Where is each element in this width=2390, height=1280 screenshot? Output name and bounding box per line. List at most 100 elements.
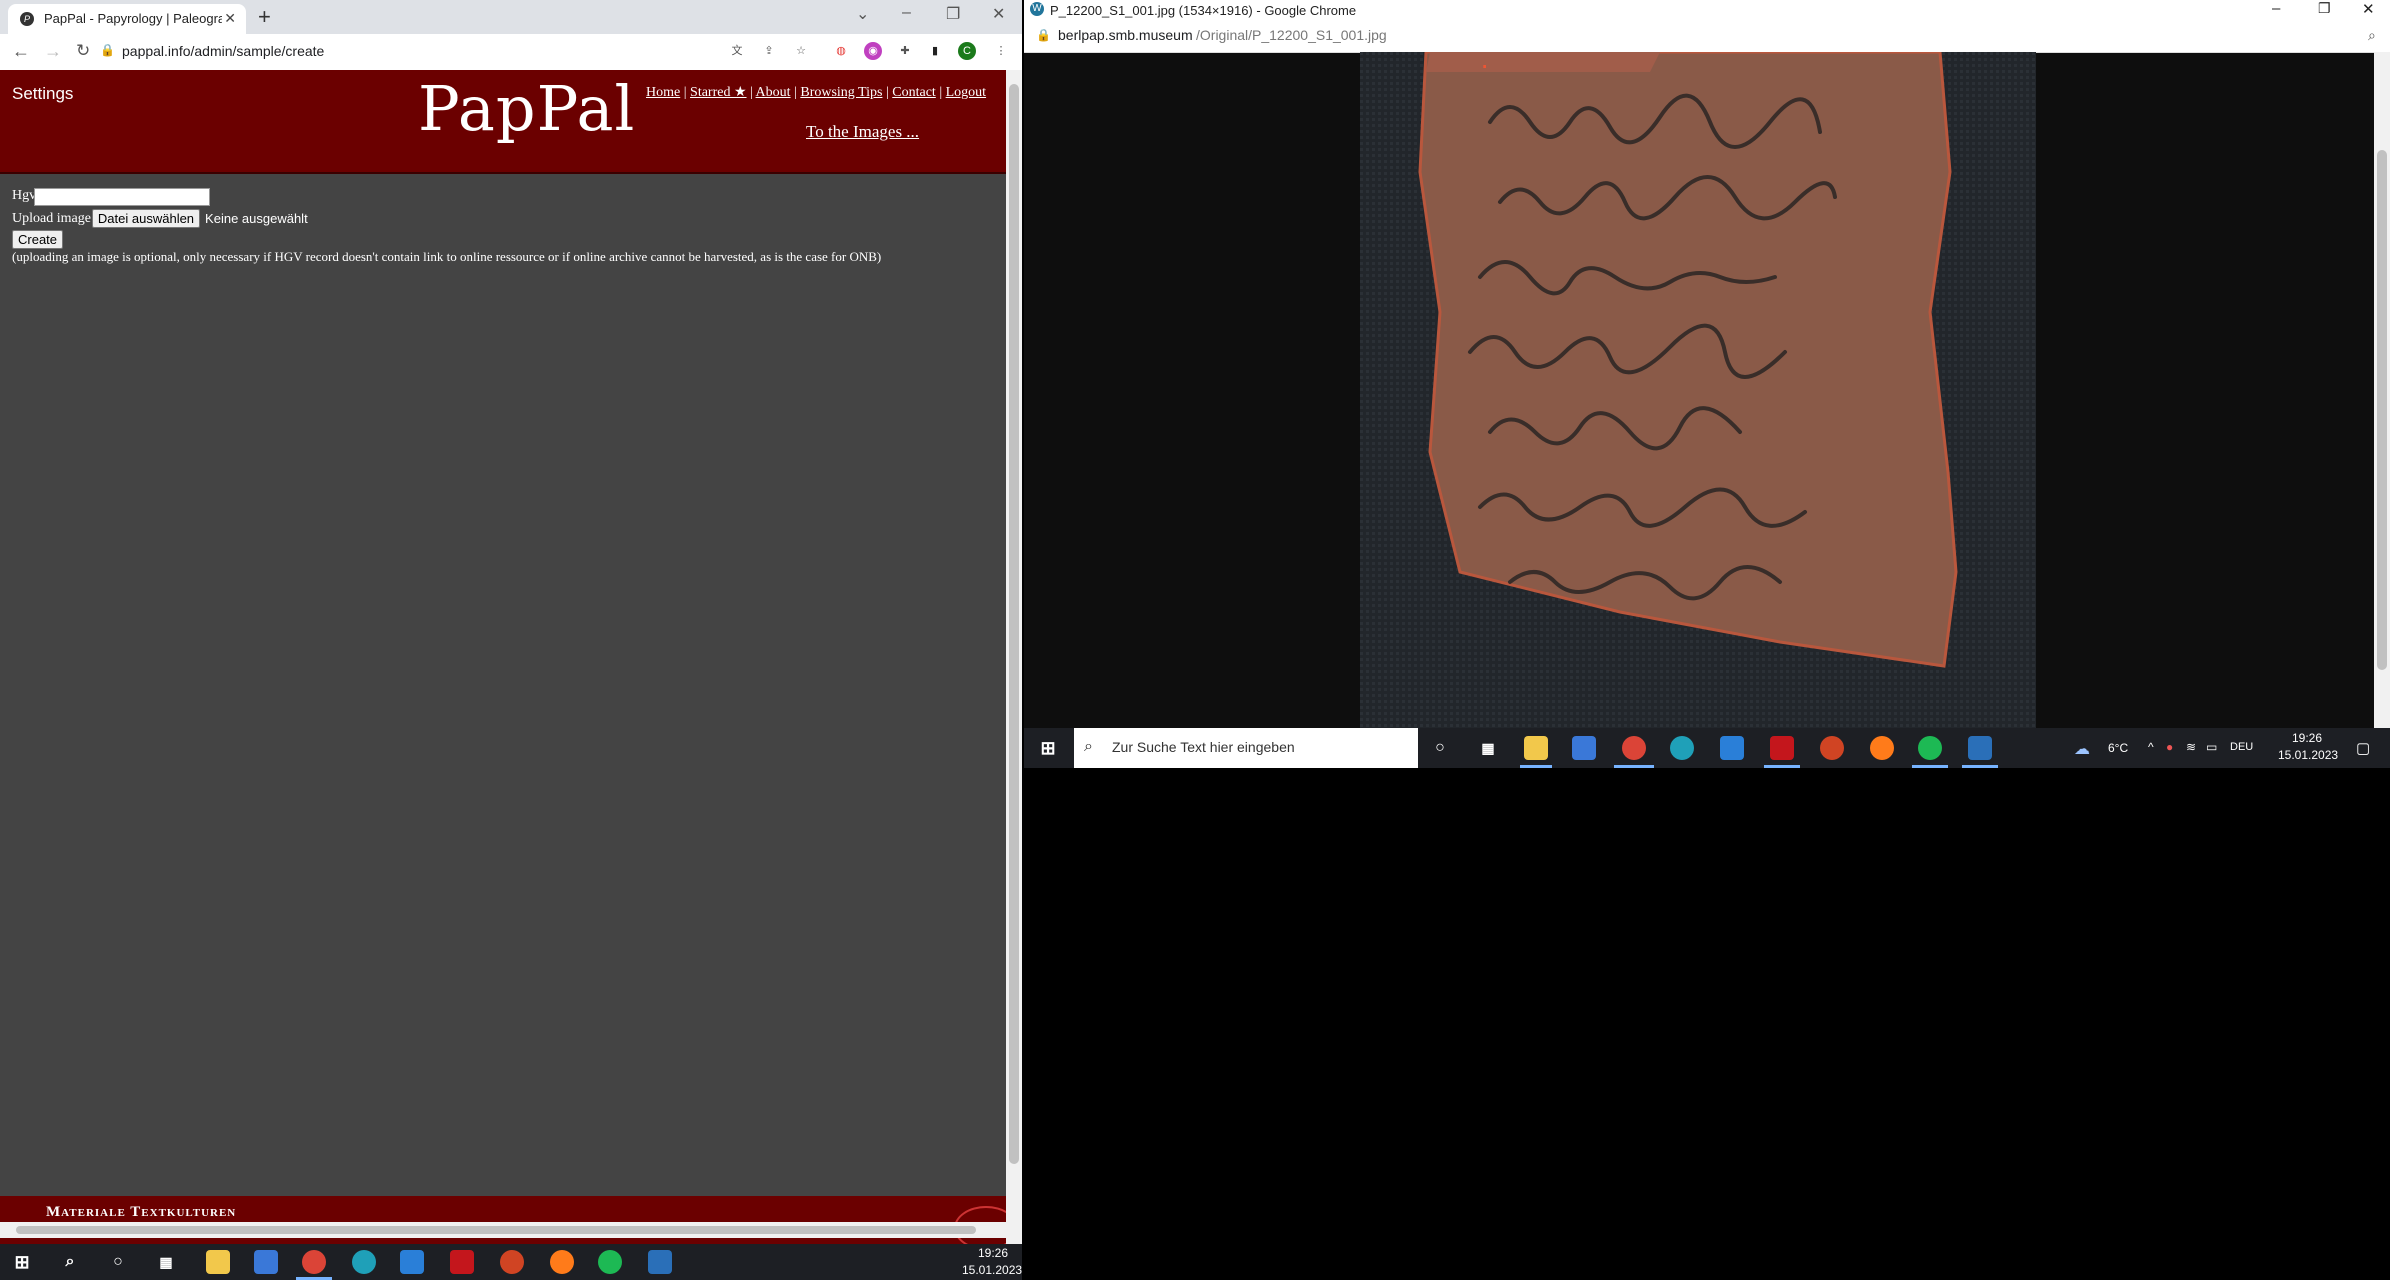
photos-icon[interactable] [1968, 736, 1992, 760]
extension-purple-icon[interactable]: ◉ [864, 42, 882, 60]
taskbar-search-box[interactable]: ⌕ Zur Suche Text hier eingeben [1074, 728, 1418, 768]
weather-cloud-icon[interactable]: ☁ [2074, 739, 2090, 759]
photos-icon[interactable] [648, 1250, 672, 1274]
main-nav: Home | Starred ★ | About | Browsing Tips… [646, 85, 987, 100]
title-bar: W P_12200_S1_001.jpg (1534×1916) - Googl… [1024, 0, 2390, 22]
mail-icon[interactable] [400, 1250, 424, 1274]
search-placeholder: Zur Suche Text hier eingeben [1112, 739, 1295, 755]
back-icon[interactable]: ← [12, 41, 30, 62]
new-tab-icon[interactable]: + [258, 4, 271, 30]
task-view-icon[interactable]: ▦ [154, 1250, 178, 1274]
nav-starred[interactable]: Starred ★ [690, 85, 746, 100]
side-panel-icon[interactable]: ▮ [926, 42, 944, 60]
tray-chevron-icon[interactable]: ^ [2148, 740, 2154, 754]
acrobat-icon[interactable] [450, 1250, 474, 1274]
acrobat-icon[interactable] [1770, 736, 1794, 760]
file-explorer-icon[interactable] [206, 1250, 230, 1274]
powerpoint-icon[interactable] [500, 1250, 524, 1274]
minimize-icon[interactable]: – [2272, 0, 2280, 17]
taskbar-left: ⊞ ⌕ ○ ▦ 19:26 15.01.2023 [0, 1244, 1022, 1280]
to-images-link[interactable]: To the Images ... [806, 122, 919, 142]
edge-icon[interactable] [1670, 736, 1694, 760]
papyrus-image[interactable]: · [1360, 52, 2036, 728]
firefox-icon[interactable] [1870, 736, 1894, 760]
address-bar[interactable]: 🔒 berlpap.smb.museum /Original/P_12200_S… [1024, 22, 2390, 53]
nav-logout[interactable]: Logout [946, 85, 986, 100]
site-banner: Settings PapPal Home | Starred ★ | About… [0, 70, 1006, 174]
choose-file-button[interactable]: Datei auswählen [91, 209, 201, 228]
acrobat-active-indicator [1764, 765, 1800, 768]
bookmark-star-icon[interactable]: ☆ [792, 42, 810, 60]
windows-start-icon[interactable]: ⊞ [10, 1250, 34, 1274]
task-view-icon[interactable]: ▦ [1476, 736, 1500, 760]
nav-browsing-tips[interactable]: Browsing Tips [800, 85, 882, 100]
wordpress-icon: W [1030, 2, 1044, 16]
url-path: /Original/P_12200_S1_001.jpg [1196, 27, 1387, 43]
translate-icon[interactable]: 文 [728, 42, 746, 60]
clock-date[interactable]: 15.01.2023 [2278, 748, 2338, 762]
notification-icon[interactable]: ▢ [2356, 739, 2370, 757]
address-bar[interactable]: pappal.info/admin/sample/create [122, 43, 324, 59]
restore-icon[interactable]: ❐ [2318, 0, 2331, 17]
store-icon[interactable] [254, 1250, 278, 1274]
weather-temp[interactable]: 6°C [2108, 741, 2128, 755]
page-viewport: Settings PapPal Home | Starred ★ | About… [0, 70, 1006, 1244]
close-window-icon[interactable]: ✕ [2362, 0, 2375, 18]
extension-red-icon[interactable]: ◍ [832, 42, 850, 60]
tab-title: PapPal - Papyrology | Paleography [44, 11, 222, 26]
footer-text: Materiale Textkulturen [46, 1204, 237, 1220]
battery-icon[interactable]: ▭ [2206, 740, 2217, 754]
settings-link[interactable]: Settings [12, 84, 73, 104]
extensions-puzzle-icon[interactable]: ✚ [896, 42, 914, 60]
forward-icon[interactable]: → [44, 41, 62, 62]
spotify-active-indicator [1912, 765, 1948, 768]
nav-about[interactable]: About [756, 85, 791, 100]
minimize-icon[interactable]: – [902, 4, 911, 22]
tray-app-icon[interactable]: ● [2166, 740, 2173, 754]
firefox-icon[interactable] [550, 1250, 574, 1274]
hgv-input[interactable] [34, 188, 210, 206]
reload-icon[interactable]: ↻ [76, 41, 90, 61]
file-status: Keine ausgewählt [205, 211, 308, 226]
photos-active-indicator [1962, 765, 1998, 768]
spotify-icon[interactable] [1918, 736, 1942, 760]
windows-start-icon[interactable]: ⊞ [1036, 736, 1060, 760]
edge-icon[interactable] [352, 1250, 376, 1274]
spotify-icon[interactable] [598, 1250, 622, 1274]
zoom-icon[interactable]: ⌕ [2368, 27, 2376, 44]
store-icon[interactable] [1572, 736, 1596, 760]
clock-date[interactable]: 15.01.2023 [962, 1263, 1022, 1277]
window-title: P_12200_S1_001.jpg (1534×1916) - Google … [1050, 3, 1357, 18]
language-indicator[interactable]: DEU [2230, 741, 2253, 753]
chrome-icon[interactable] [1622, 736, 1646, 760]
menu-dots-icon[interactable]: ⋮ [992, 42, 1010, 60]
vertical-scroll-thumb[interactable] [1009, 84, 1019, 1164]
tab-search-icon[interactable]: ⌄ [856, 4, 869, 24]
share-icon[interactable]: ⇪ [760, 42, 778, 60]
wifi-icon[interactable]: ≋ [2186, 740, 2196, 754]
site-logo[interactable]: PapPal [418, 72, 635, 145]
mail-icon[interactable] [1720, 736, 1744, 760]
file-explorer-icon[interactable] [1524, 736, 1548, 760]
create-button[interactable]: Create [12, 229, 64, 249]
search-icon: ⌕ [1084, 738, 1093, 755]
site-favicon-icon: P [20, 12, 34, 26]
clock-time[interactable]: 19:26 [978, 1246, 1008, 1260]
nav-home[interactable]: Home [646, 85, 680, 100]
browser-tab[interactable]: P PapPal - Papyrology | Paleography ✕ [8, 4, 246, 34]
search-icon[interactable]: ⌕ [58, 1250, 82, 1274]
powerpoint-icon[interactable] [1820, 736, 1844, 760]
left-browser-window: P PapPal - Papyrology | Paleography ✕ + … [0, 0, 1022, 1244]
cortana-icon[interactable]: ○ [106, 1250, 130, 1274]
restore-icon[interactable]: ❐ [946, 4, 960, 24]
close-window-icon[interactable]: ✕ [992, 4, 1005, 24]
nav-contact[interactable]: Contact [892, 85, 936, 100]
clock-time[interactable]: 19:26 [2292, 731, 2322, 745]
chrome-icon[interactable] [302, 1250, 326, 1274]
close-tab-icon[interactable]: ✕ [224, 10, 236, 27]
profile-avatar[interactable]: C [958, 42, 976, 60]
taskbar-right: ⊞ ⌕ Zur Suche Text hier eingeben ○ ▦ ☁ 6… [1024, 728, 2390, 768]
cortana-icon[interactable]: ○ [1428, 736, 1452, 760]
horizontal-scroll-thumb[interactable] [16, 1226, 976, 1234]
vertical-scroll-thumb[interactable] [2377, 150, 2387, 670]
